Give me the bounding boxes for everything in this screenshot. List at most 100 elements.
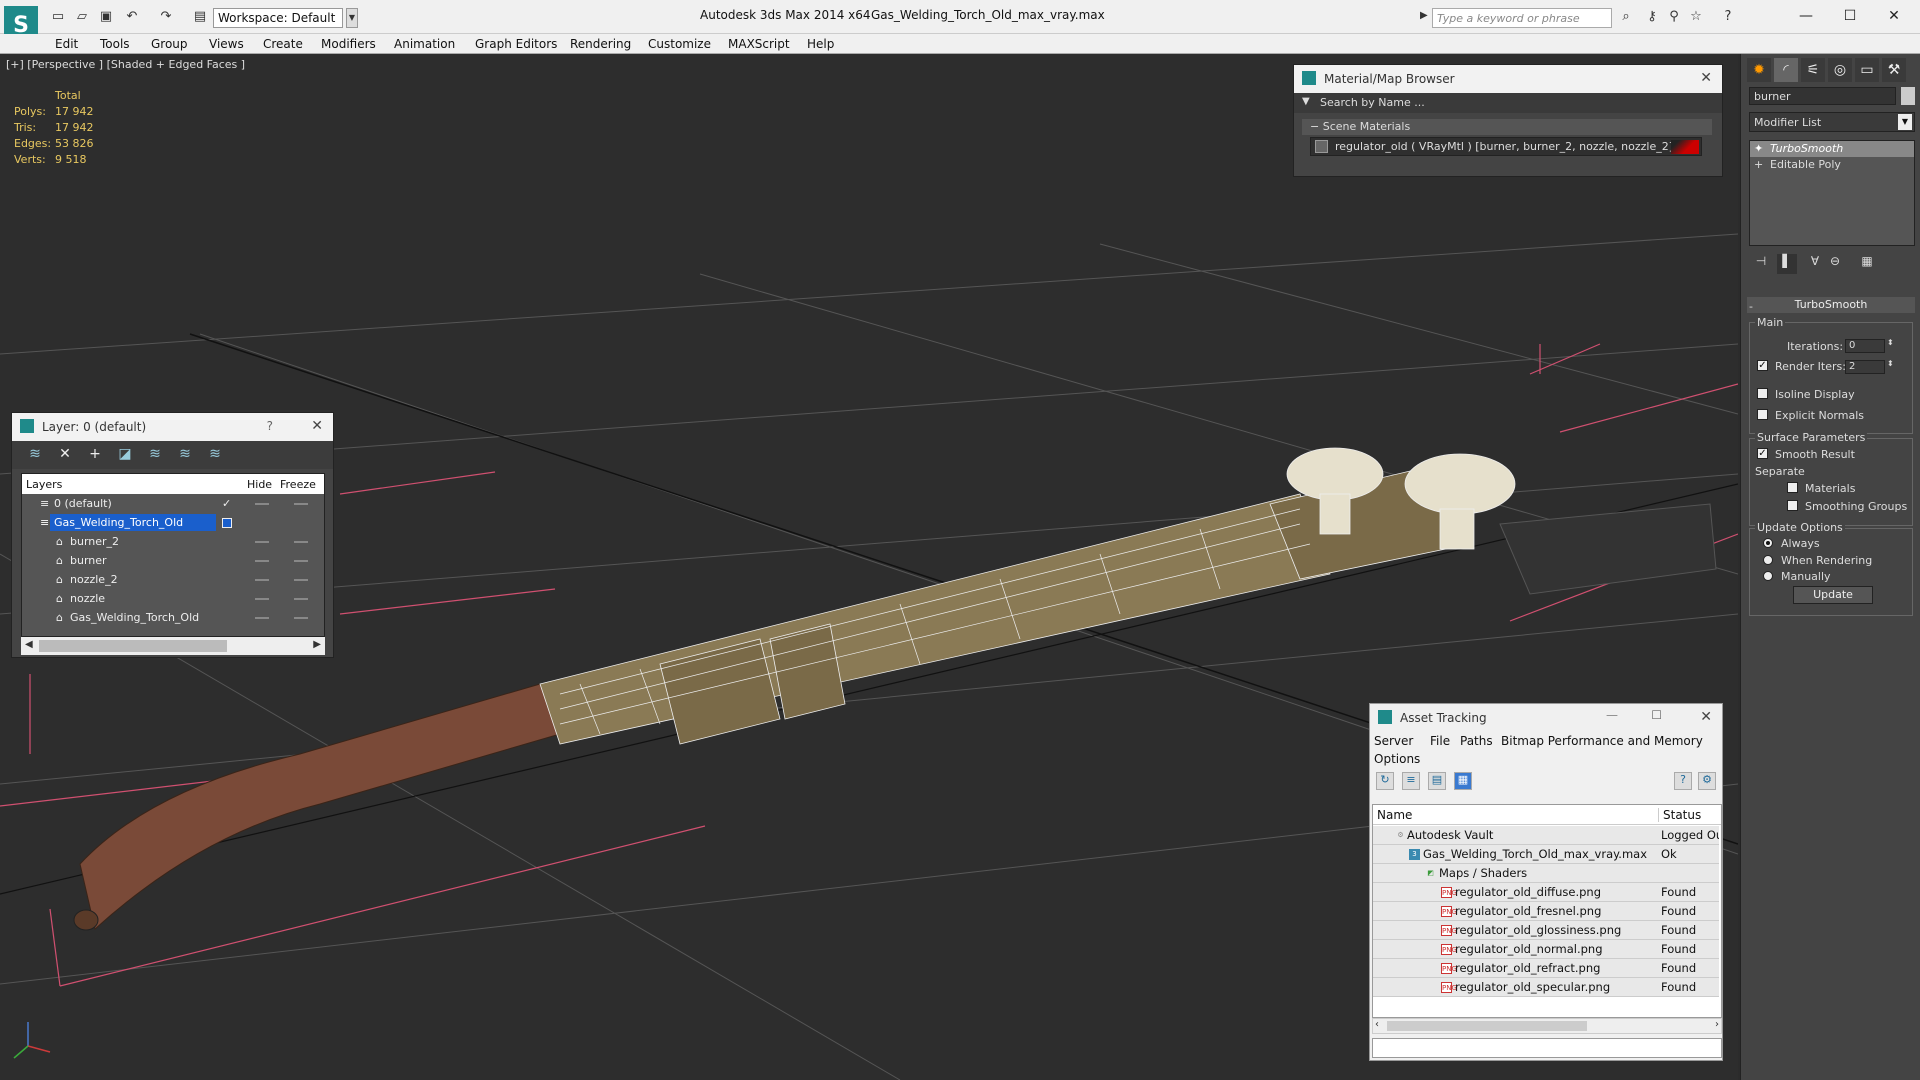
freeze-toggle[interactable] — [294, 617, 308, 619]
turbosmooth-rollout[interactable]: TurboSmooth — [1747, 297, 1915, 313]
key-icon[interactable]: ⚷ — [1642, 8, 1662, 26]
layer-horizontal-scrollbar[interactable]: ◀ ▶ — [21, 637, 325, 655]
close-icon[interactable]: ✕ — [1874, 4, 1914, 28]
menu-edit[interactable]: Edit — [55, 37, 78, 51]
hide-all-icon[interactable]: ≋ — [176, 446, 194, 464]
search-input[interactable]: Type a keyword or phrase — [1432, 8, 1612, 28]
filter-icon[interactable]: ▼ — [1302, 96, 1310, 107]
show-end-result-icon[interactable]: ▌ — [1777, 254, 1797, 274]
object-name-field[interactable]: burner — [1749, 87, 1896, 105]
column-name[interactable]: Name — [1377, 808, 1412, 822]
material-search-input[interactable]: Search by Name ... — [1320, 96, 1425, 109]
render-iters-checkbox[interactable]: ✓ — [1757, 360, 1768, 371]
search-expand-icon[interactable]: ▶ — [1420, 10, 1428, 21]
update-button[interactable]: Update — [1793, 586, 1873, 604]
hide-toggle[interactable] — [255, 598, 269, 600]
maximize-icon[interactable]: ☐ — [1651, 708, 1662, 722]
table-row[interactable]: PNG regulator_old_fresnel.png Found — [1373, 902, 1719, 921]
redo-icon[interactable]: ↷ — [156, 8, 176, 26]
make-unique-icon[interactable]: ∀ — [1805, 254, 1825, 274]
freeze-toggle[interactable] — [294, 503, 308, 505]
delete-layer-icon[interactable]: ✕ — [56, 446, 74, 464]
table-row[interactable]: PNG regulator_old_diffuse.png Found — [1373, 883, 1719, 902]
hide-toggle[interactable] — [255, 617, 269, 619]
menu-group[interactable]: Group — [151, 37, 188, 51]
select-objects-icon[interactable]: ◪ — [116, 446, 134, 464]
layer-panel-titlebar[interactable]: Layer: 0 (default) ? ✕ — [12, 413, 333, 441]
menu-help[interactable]: Help — [807, 37, 834, 51]
asset-menu-bitmap[interactable]: Bitmap Performance and Memory — [1501, 734, 1703, 748]
isoline-display-checkbox[interactable] — [1757, 388, 1768, 399]
display-tab-icon[interactable]: ▭ — [1855, 58, 1879, 82]
column-status[interactable]: Status — [1658, 808, 1701, 822]
freeze-all-icon[interactable]: ≋ — [206, 446, 224, 464]
layer-row[interactable]: ⌂ burner — [22, 551, 324, 570]
configure-sets-icon[interactable]: ▦ — [1857, 254, 1877, 274]
table-row[interactable]: ◩ Maps / Shaders — [1373, 864, 1719, 883]
lightbulb-icon[interactable]: ✦ — [1754, 142, 1763, 155]
project-folder-icon[interactable]: ▤ — [190, 8, 210, 26]
close-icon[interactable]: ✕ — [1700, 70, 1712, 86]
scroll-left-icon[interactable]: ◀ — [25, 639, 33, 650]
hide-toggle[interactable] — [255, 579, 269, 581]
materials-checkbox[interactable] — [1787, 482, 1798, 493]
spinner-arrows-icon[interactable]: ⬍ — [1887, 338, 1894, 347]
expand-icon[interactable]: + — [1754, 158, 1763, 171]
always-radio[interactable] — [1763, 538, 1773, 548]
column-layers[interactable]: Layers — [26, 478, 62, 491]
minimize-icon[interactable]: — — [1786, 4, 1826, 28]
maximize-icon[interactable]: ☐ — [1830, 4, 1870, 28]
favorites-icon[interactable]: ☆ — [1686, 8, 1706, 26]
help-icon[interactable]: ? — [1674, 772, 1692, 790]
layer-row[interactable]: ⌂ nozzle_2 — [22, 570, 324, 589]
asset-menu-server[interactable]: Server — [1374, 734, 1413, 748]
new-layer-icon[interactable]: ≋ — [26, 446, 44, 464]
utilities-tab-icon[interactable]: ⚒ — [1882, 58, 1906, 82]
table-row[interactable]: PNG regulator_old_specular.png Found — [1373, 978, 1719, 997]
layer-row[interactable]: ≡ Gas_Welding_Torch_Old — [22, 513, 324, 532]
menu-views[interactable]: Views — [209, 37, 244, 51]
scroll-right-icon[interactable]: ▶ — [313, 639, 321, 650]
hide-toggle[interactable] — [255, 541, 269, 543]
freeze-toggle[interactable] — [294, 579, 308, 581]
spinner-arrows-icon[interactable]: ⬍ — [1887, 359, 1894, 368]
close-icon[interactable]: ✕ — [1700, 709, 1712, 725]
freeze-toggle[interactable] — [294, 560, 308, 562]
scene-materials-section[interactable]: − Scene Materials — [1302, 119, 1712, 135]
minimize-icon[interactable]: — — [1606, 708, 1618, 722]
asset-menu-options[interactable]: Options — [1374, 752, 1420, 766]
help-button[interactable]: ? — [267, 419, 273, 433]
highlight-layer-icon[interactable]: ≋ — [146, 446, 164, 464]
asset-tracking-titlebar[interactable]: Asset Tracking — ☐ ✕ — [1370, 704, 1722, 732]
menu-animation[interactable]: Animation — [394, 37, 455, 51]
layer-row[interactable]: ≡ 0 (default) ✓ — [22, 494, 324, 513]
stack-item-editable-poly[interactable]: + Editable Poly — [1750, 157, 1914, 173]
menu-customize[interactable]: Customize — [648, 37, 711, 51]
column-hide[interactable]: Hide — [247, 478, 272, 491]
freeze-toggle[interactable] — [294, 541, 308, 543]
freeze-toggle[interactable] — [294, 598, 308, 600]
pin-stack-icon[interactable]: ⊣ — [1751, 254, 1771, 274]
signin-icon[interactable]: ⚲ — [1664, 8, 1684, 26]
undo-icon[interactable]: ↶ — [122, 8, 142, 26]
current-layer-check-icon[interactable]: ✓ — [222, 497, 231, 510]
scroll-left-icon[interactable]: ‹ — [1375, 1019, 1379, 1030]
layer-row[interactable]: ⌂ Gas_Welding_Torch_Old — [22, 608, 324, 627]
table-row[interactable]: PNG regulator_old_normal.png Found — [1373, 940, 1719, 959]
material-browser-titlebar[interactable]: Material/Map Browser ✕ — [1294, 65, 1722, 93]
smooth-result-checkbox[interactable]: ✓ — [1757, 448, 1768, 459]
layer-row[interactable]: ⌂ nozzle — [22, 589, 324, 608]
motion-tab-icon[interactable]: ◎ — [1828, 58, 1852, 82]
help-icon[interactable]: ? — [1718, 8, 1738, 26]
column-freeze[interactable]: Freeze — [280, 478, 316, 491]
scroll-thumb[interactable] — [39, 640, 227, 652]
table-row[interactable]: PNG regulator_old_refract.png Found — [1373, 959, 1719, 978]
manually-radio[interactable] — [1763, 571, 1773, 581]
menu-rendering[interactable]: Rendering — [570, 37, 631, 51]
smoothing-groups-checkbox[interactable] — [1787, 500, 1798, 511]
new-file-icon[interactable]: ▭ — [48, 8, 68, 26]
table-row[interactable]: ⚙ Autodesk Vault Logged Ou — [1373, 826, 1719, 845]
scroll-thumb[interactable] — [1387, 1021, 1587, 1031]
menu-tools[interactable]: Tools — [100, 37, 130, 51]
material-item[interactable]: regulator_old ( VRayMtl ) [burner, burne… — [1310, 137, 1702, 156]
